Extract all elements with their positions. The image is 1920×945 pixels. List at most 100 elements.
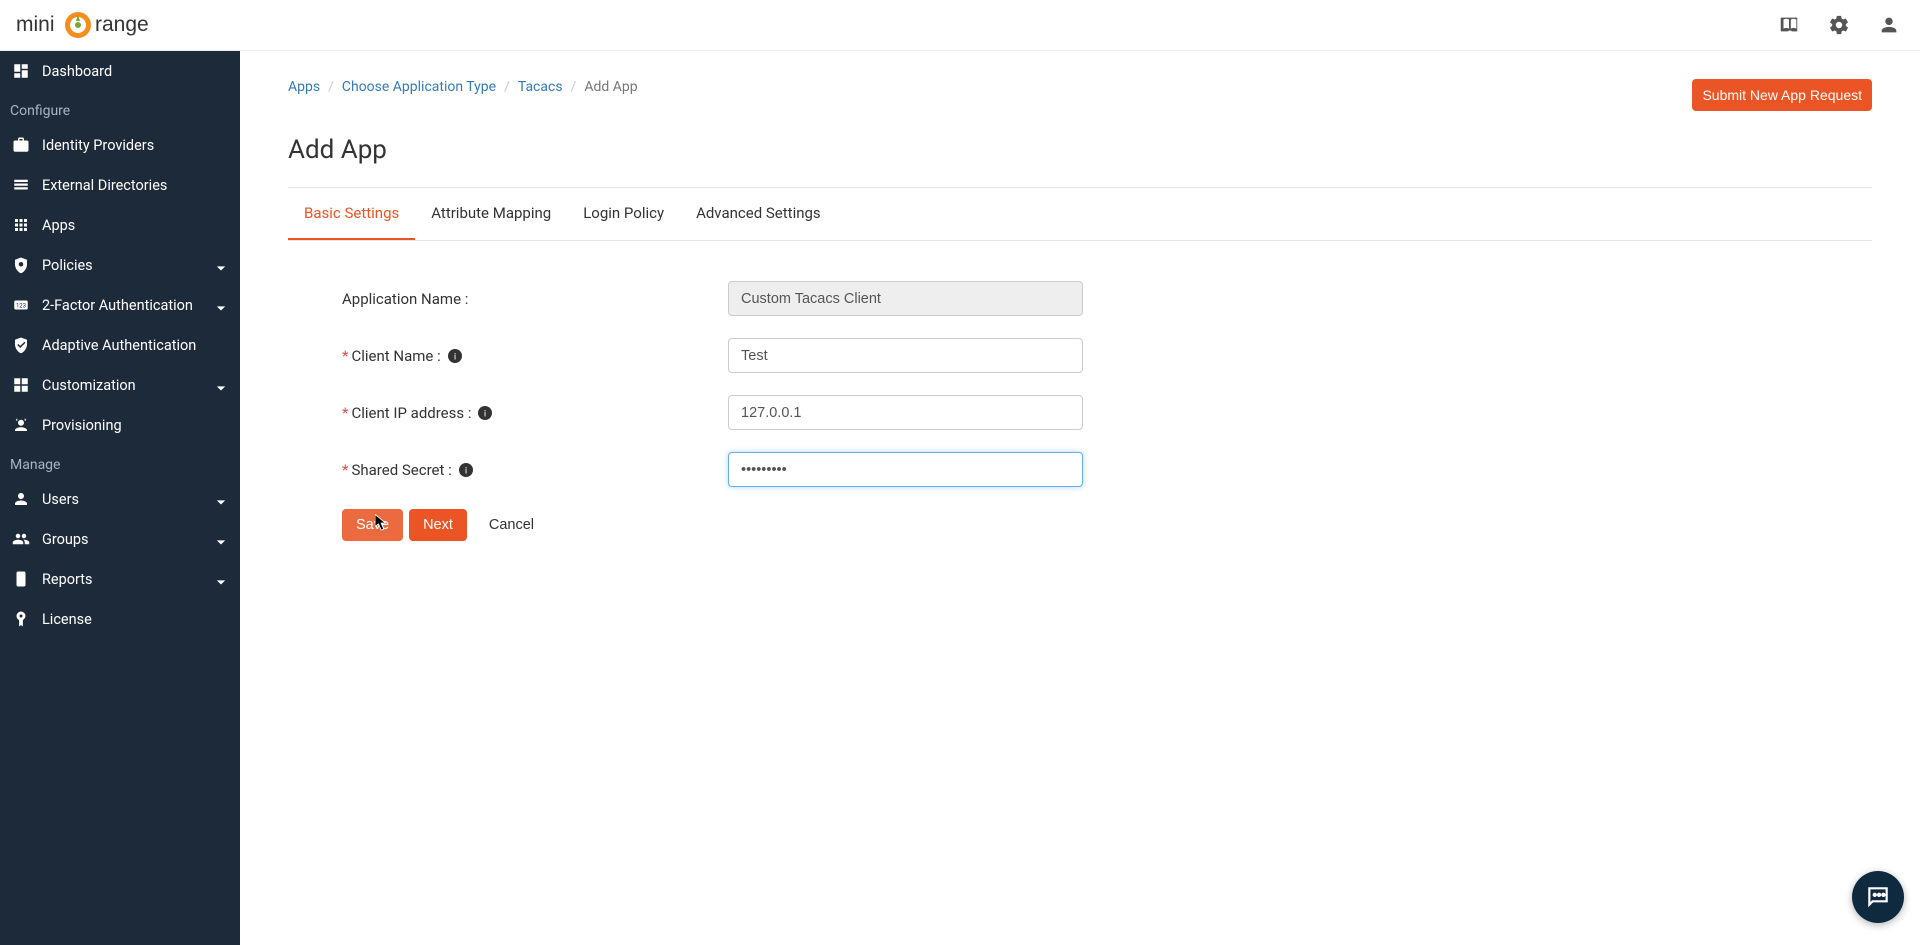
chevron-down-icon	[216, 380, 226, 390]
form-row-app-name: Application Name :	[342, 281, 1388, 316]
svg-text:i: i	[484, 408, 486, 419]
app-name-input	[728, 281, 1083, 316]
brand-logo[interactable]: mini range	[16, 8, 206, 42]
tab-login-policy[interactable]: Login Policy	[567, 188, 680, 240]
sidebar-label: Policies	[42, 257, 93, 274]
shield-check-icon	[12, 336, 30, 354]
required-marker: *	[342, 347, 348, 365]
header-icons	[1778, 14, 1900, 36]
required-marker: *	[342, 461, 348, 479]
info-icon[interactable]: i	[478, 406, 492, 420]
sidebar-label: Dashboard	[42, 63, 112, 80]
chat-bubble-button[interactable]	[1852, 871, 1904, 923]
next-button[interactable]: Next	[409, 509, 467, 541]
sidebar-label: Groups	[42, 531, 89, 548]
breadcrumb-sep: /	[567, 79, 581, 95]
groups-icon	[12, 530, 30, 548]
client-ip-input[interactable]	[728, 395, 1083, 430]
sidebar-item-apps[interactable]: Apps	[0, 205, 240, 245]
policies-icon	[12, 256, 30, 274]
sidebar-label: Customization	[42, 377, 136, 394]
sidebar-item-identity-providers[interactable]: Identity Providers	[0, 125, 240, 165]
form-buttons: Save Next Cancel	[342, 509, 1388, 541]
shared-secret-input[interactable]	[728, 452, 1083, 487]
tabs: Basic Settings Attribute Mapping Login P…	[288, 188, 1872, 241]
identity-icon	[12, 136, 30, 154]
sidebar-label: Provisioning	[42, 417, 122, 434]
two-factor-icon: 123	[12, 296, 30, 314]
sidebar-item-reports[interactable]: Reports	[0, 559, 240, 599]
label-text: Shared Secret :	[351, 461, 451, 479]
svg-text:123: 123	[16, 302, 26, 309]
sidebar-item-groups[interactable]: Groups	[0, 519, 240, 559]
customization-icon	[12, 376, 30, 394]
person-icon[interactable]	[1878, 14, 1900, 36]
cancel-button[interactable]: Cancel	[473, 509, 550, 541]
sidebar-label: License	[42, 611, 92, 628]
top-header: mini range	[0, 0, 1920, 51]
client-name-label: *Client Name : i	[342, 347, 728, 365]
tab-basic-settings[interactable]: Basic Settings	[288, 188, 415, 240]
label-text: Client IP address :	[351, 404, 471, 422]
user-icon	[12, 490, 30, 508]
chevron-down-icon	[216, 494, 226, 504]
label-text: Application Name :	[342, 290, 468, 308]
form-row-client-name: *Client Name : i	[342, 338, 1388, 373]
sidebar-item-2fa[interactable]: 123 2-Factor Authentication	[0, 285, 240, 325]
breadcrumb-tacacs[interactable]: Tacacs	[518, 79, 563, 95]
sidebar-label: Identity Providers	[42, 137, 154, 154]
svg-text:i: i	[465, 465, 467, 476]
sidebar-label: External Directories	[42, 177, 167, 194]
main-content: Apps / Choose Application Type / Tacacs …	[240, 51, 1920, 945]
shared-secret-label: *Shared Secret : i	[342, 461, 728, 479]
provisioning-icon	[12, 416, 30, 434]
breadcrumb-choose-type[interactable]: Choose Application Type	[342, 79, 496, 95]
sidebar-item-users[interactable]: Users	[0, 479, 240, 519]
chevron-down-icon	[216, 534, 226, 544]
sidebar-item-adaptive-auth[interactable]: Adaptive Authentication	[0, 325, 240, 365]
required-marker: *	[342, 404, 348, 422]
chevron-down-icon	[216, 300, 226, 310]
sidebar-item-dashboard[interactable]: Dashboard	[0, 51, 240, 91]
client-name-input[interactable]	[728, 338, 1083, 373]
docs-icon[interactable]	[1778, 14, 1800, 36]
sidebar-label: Users	[42, 491, 79, 508]
license-icon	[12, 610, 30, 628]
svg-text:mini: mini	[16, 13, 55, 36]
sidebar-item-policies[interactable]: Policies	[0, 245, 240, 285]
save-button[interactable]: Save	[342, 509, 403, 541]
sidebar-item-license[interactable]: License	[0, 599, 240, 639]
form-area: Application Name : *Client Name : i *Cli…	[288, 241, 1388, 541]
submit-new-app-button[interactable]: Submit New App Request	[1692, 79, 1872, 111]
sidebar-item-external-directories[interactable]: External Directories	[0, 165, 240, 205]
sidebar-section-manage: Manage	[0, 445, 240, 479]
cursor-icon	[374, 514, 390, 534]
sidebar-item-customization[interactable]: Customization	[0, 365, 240, 405]
sidebar-label: 2-Factor Authentication	[42, 297, 193, 314]
form-row-client-ip: *Client IP address : i	[342, 395, 1388, 430]
breadcrumb-sep: /	[500, 79, 514, 95]
label-text: Client Name :	[351, 347, 440, 365]
dashboard-icon	[12, 62, 30, 80]
svg-text:range: range	[95, 13, 149, 36]
breadcrumb-current: Add App	[584, 79, 637, 95]
page-title: Add App	[288, 135, 1872, 165]
sidebar-item-provisioning[interactable]: Provisioning	[0, 405, 240, 445]
sidebar-label: Adaptive Authentication	[42, 337, 196, 354]
sidebar-section-configure: Configure	[0, 91, 240, 125]
client-ip-label: *Client IP address : i	[342, 404, 728, 422]
gear-icon[interactable]	[1828, 14, 1850, 36]
info-icon[interactable]: i	[459, 463, 473, 477]
breadcrumb-apps[interactable]: Apps	[288, 79, 320, 95]
tab-advanced-settings[interactable]: Advanced Settings	[680, 188, 837, 240]
sidebar: Dashboard Configure Identity Providers E…	[0, 51, 240, 945]
app-name-label: Application Name :	[342, 290, 728, 308]
tab-attribute-mapping[interactable]: Attribute Mapping	[415, 188, 567, 240]
reports-icon	[12, 570, 30, 588]
breadcrumb: Apps / Choose Application Type / Tacacs …	[288, 79, 638, 95]
info-icon[interactable]: i	[448, 349, 462, 363]
logo-svg: mini range	[16, 8, 206, 42]
chevron-down-icon	[216, 260, 226, 270]
sidebar-label: Apps	[42, 217, 75, 234]
chevron-down-icon	[216, 574, 226, 584]
